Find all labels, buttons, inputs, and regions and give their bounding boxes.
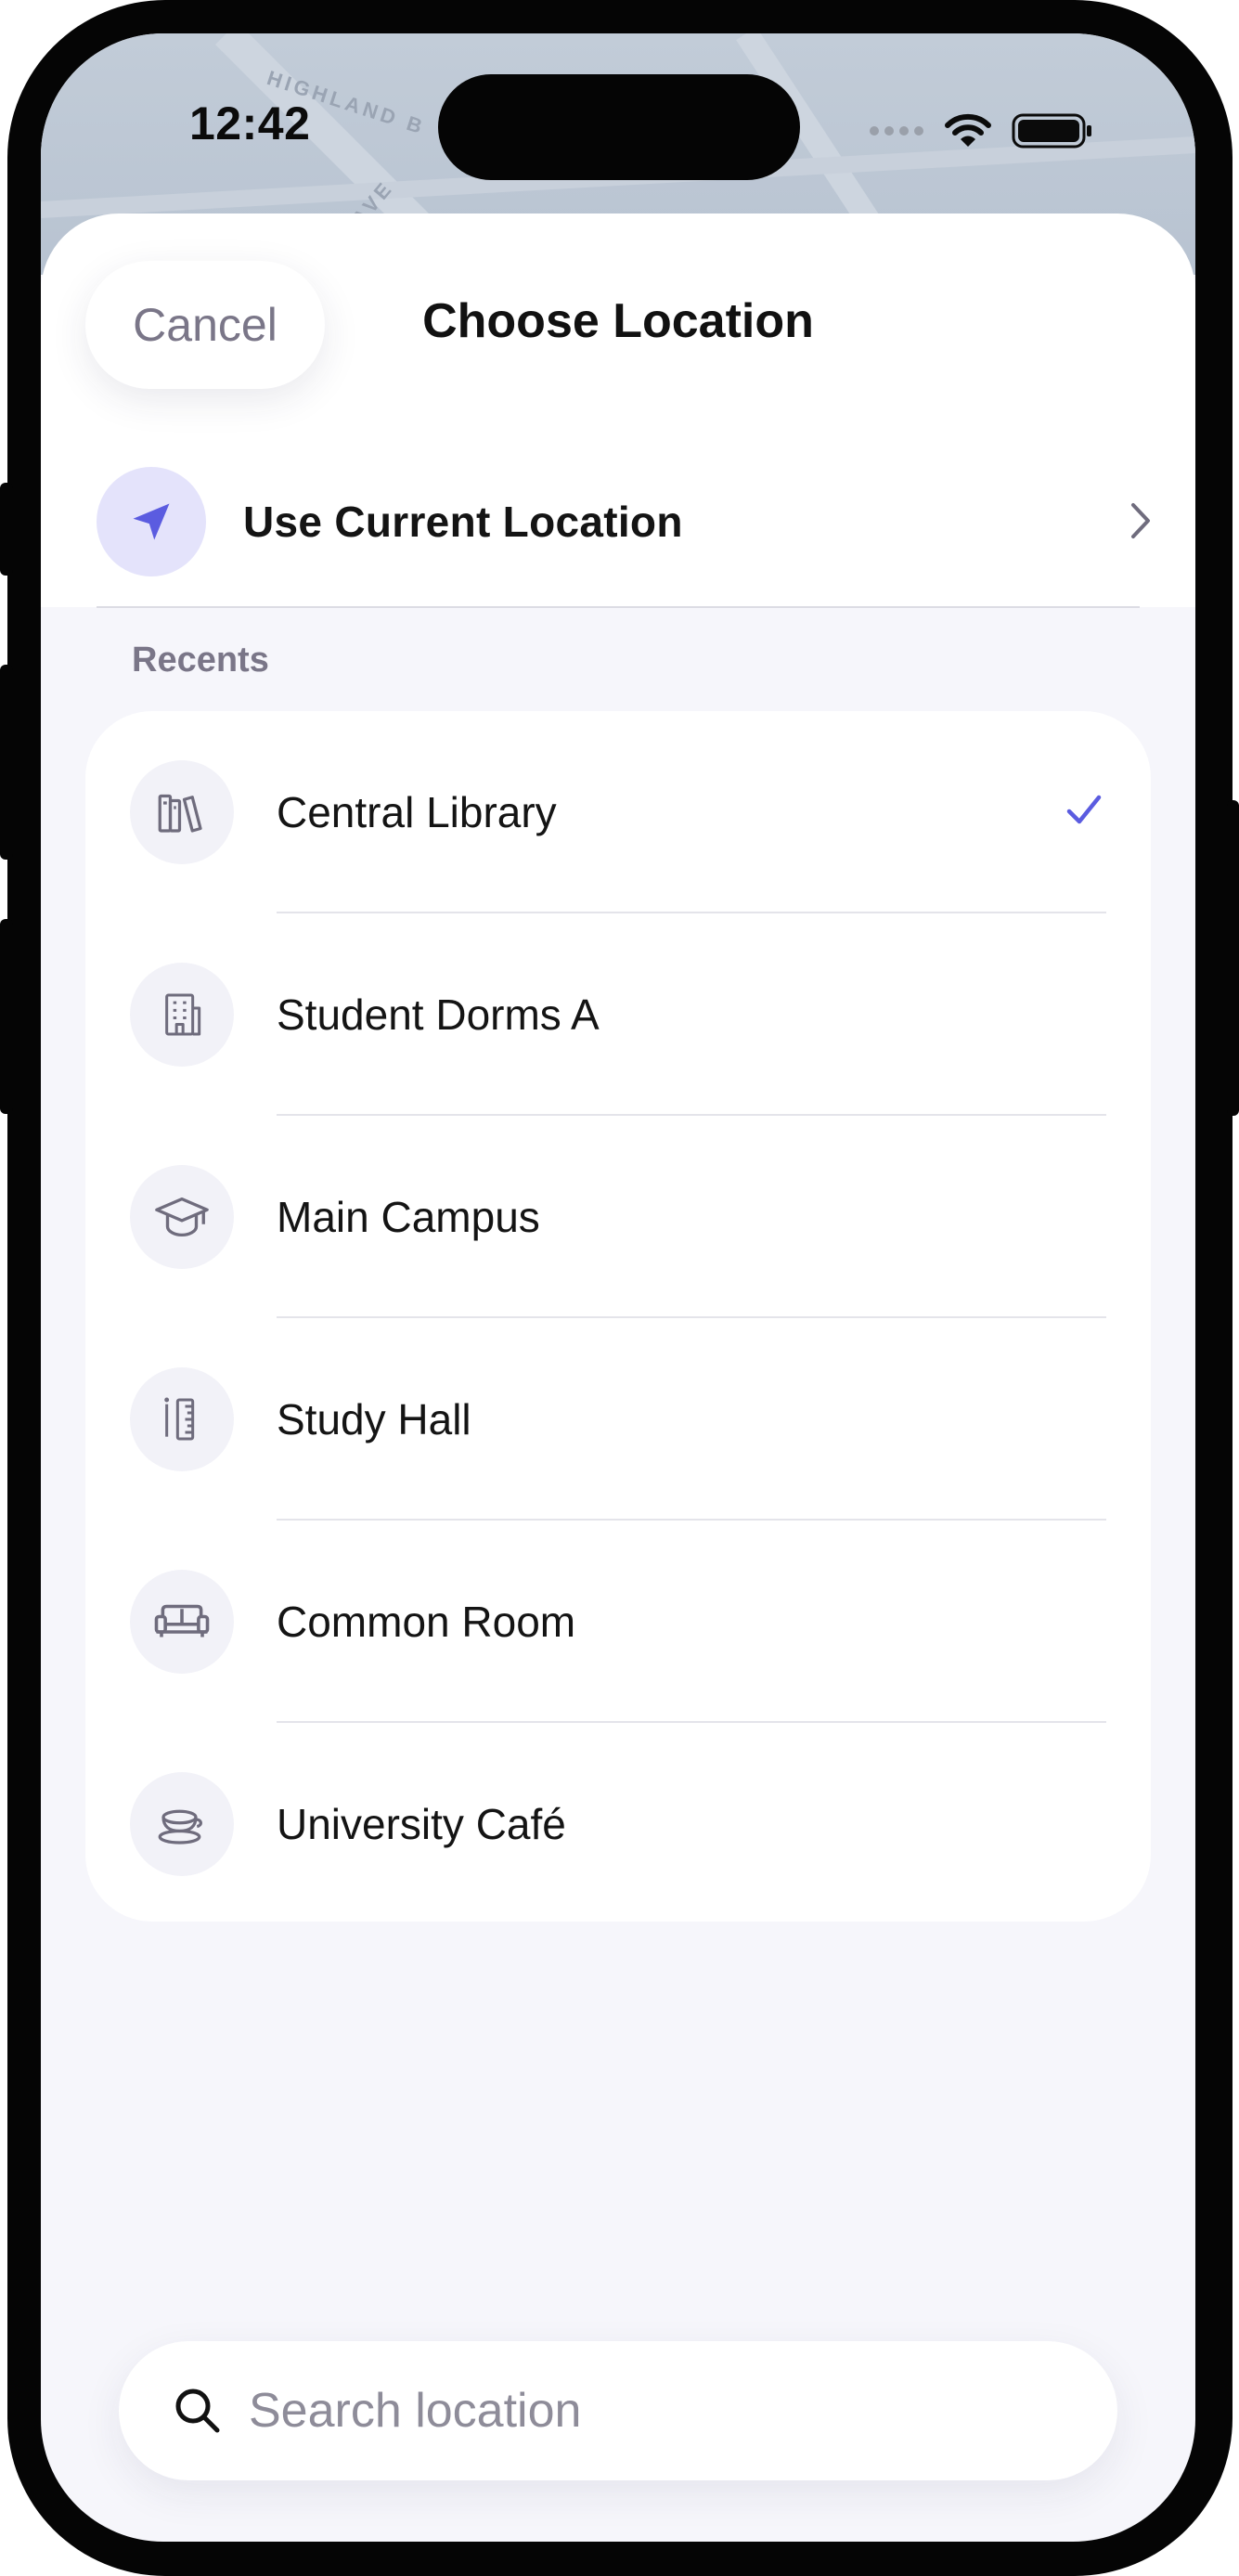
section-heading-recents: Recents xyxy=(132,641,269,680)
coffee-cup-icon xyxy=(130,1772,234,1876)
battery-icon xyxy=(1012,111,1093,155)
list-item-main-campus[interactable]: Main Campus xyxy=(85,1116,1151,1318)
search-input[interactable] xyxy=(247,2382,1049,2440)
side-button xyxy=(1227,800,1239,1116)
list-item-student-dorms-a[interactable]: Student Dorms A xyxy=(85,913,1151,1116)
list-item-label: Central Library xyxy=(277,788,557,836)
list-item-label: Study Hall xyxy=(277,1395,471,1443)
volume-up-button xyxy=(0,665,13,860)
list-item-central-library[interactable]: Central Library xyxy=(85,711,1151,913)
list-item-label: University Café xyxy=(277,1800,566,1848)
search-bar[interactable] xyxy=(119,2341,1117,2480)
action-button xyxy=(0,483,13,576)
ruler-pencil-icon xyxy=(130,1367,234,1471)
status-time: 12:42 xyxy=(189,97,311,149)
divider xyxy=(97,606,1140,608)
status-icons xyxy=(869,111,1093,155)
cellular-signal-icon xyxy=(869,124,924,142)
use-current-location-row[interactable]: Use Current Location xyxy=(97,457,1188,587)
volume-down-button xyxy=(0,919,13,1114)
checkmark-icon xyxy=(1065,794,1103,832)
books-icon xyxy=(130,760,234,864)
list-item-study-hall[interactable]: Study Hall xyxy=(85,1318,1151,1521)
wifi-icon xyxy=(945,112,991,154)
list-item-label: Main Campus xyxy=(277,1193,540,1241)
list-item-label: Common Room xyxy=(277,1598,576,1646)
location-arrow-icon xyxy=(97,467,206,576)
recents-list: Central Library Student Dorms A Main Cam… xyxy=(85,711,1151,1922)
current-location-label: Use Current Location xyxy=(243,498,683,546)
list-item-label: Student Dorms A xyxy=(277,990,600,1039)
list-item-university-cafe[interactable]: University Café xyxy=(85,1723,1151,1922)
page-title: Choose Location xyxy=(422,294,814,348)
sofa-icon xyxy=(130,1570,234,1674)
list-item-common-room[interactable]: Common Room xyxy=(85,1521,1151,1723)
dynamic-island xyxy=(438,74,800,180)
building-icon xyxy=(130,963,234,1067)
graduation-cap-icon xyxy=(130,1165,234,1269)
chevron-right-icon xyxy=(1129,501,1153,545)
screen: HIGHLAND B AVE 12:42 Cancel Choose Locat… xyxy=(41,33,1195,2542)
search-icon xyxy=(173,2386,223,2436)
